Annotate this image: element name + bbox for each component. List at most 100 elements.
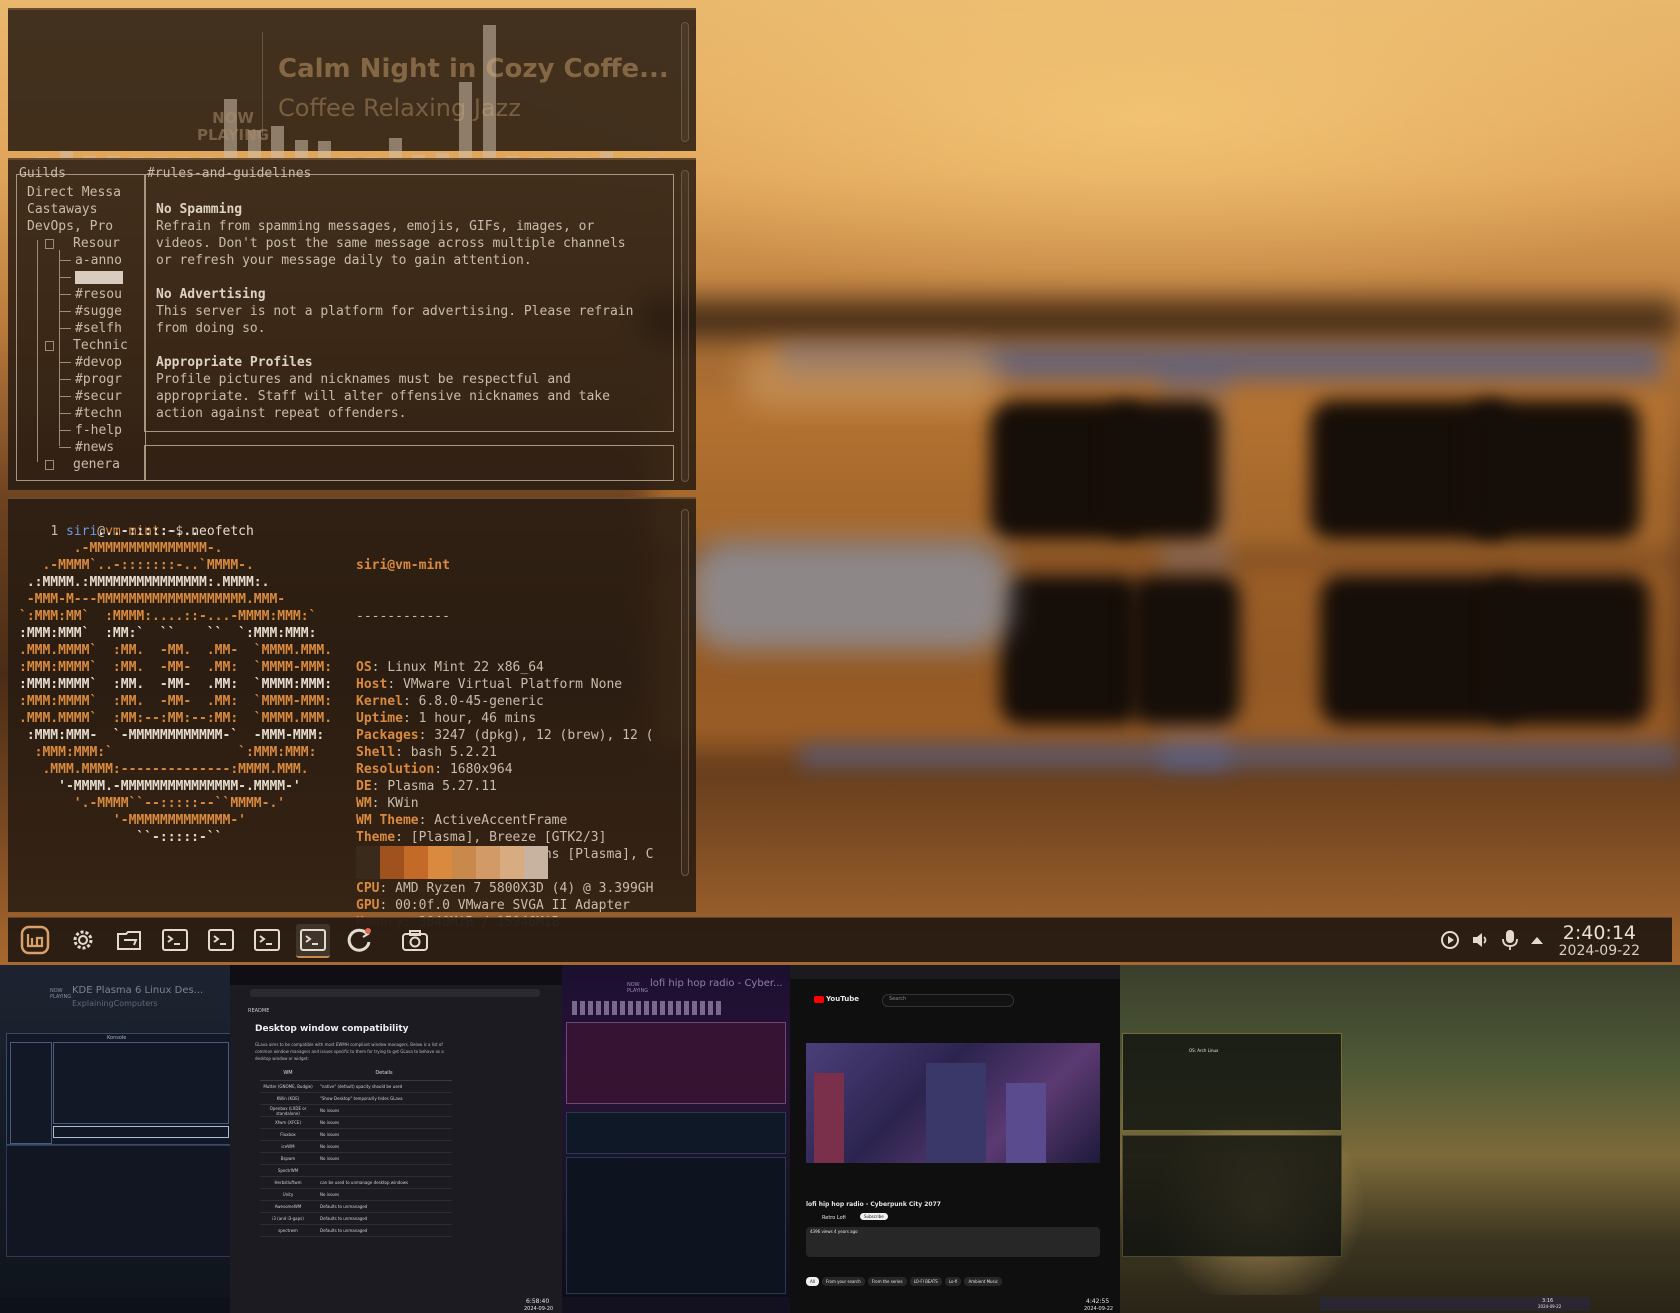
channel-item[interactable]: #selfh — [75, 320, 122, 337]
wm-details: Defaults to unmanaged — [320, 1216, 368, 1221]
info-row: GPU: 00:0f.0 VMware SVGA II Adapter — [356, 897, 653, 914]
volume-icon[interactable] — [1468, 924, 1492, 956]
table-row: AwesomeWM Defaults to unmanaged — [260, 1201, 452, 1213]
channel-item[interactable]: #devop — [75, 354, 122, 371]
terminal-icon[interactable] — [158, 924, 192, 956]
scrollbar[interactable] — [681, 22, 689, 142]
message-input[interactable] — [144, 445, 674, 481]
info-row: Theme: [Plasma], Breeze [GTK2/3] — [356, 829, 653, 846]
workspace-thumbnail-1[interactable]: NOW PLAYING KDE Plasma 6 Linux Des... Ex… — [0, 965, 230, 1313]
scrollbar[interactable] — [681, 170, 689, 482]
terminal-icon[interactable] — [296, 924, 330, 958]
thumb-channel: Retro Lofi — [822, 1215, 846, 1221]
neofetch-user: siri@vm-mint — [356, 558, 450, 573]
tree-connector — [59, 260, 71, 261]
filter-chip[interactable]: LO-FI BEATS — [909, 1277, 942, 1286]
thumb-taskbar — [0, 1297, 230, 1313]
guilds-pane[interactable]: Guilds Direct Messa Castaways DevOps, Pro R… — [16, 166, 146, 481]
category-item[interactable]: genera — [73, 456, 120, 473]
workspace-thumbnail-4[interactable]: YouTube Search lofi hip hop radio - Cybe… — [790, 965, 1120, 1313]
guild-item[interactable]: DevOps, Pro — [27, 218, 113, 235]
workspace-thumbnail-5[interactable]: OS: Arch Linux 3:16 2024-09-22 — [1120, 965, 1680, 1313]
info-colon: : — [402, 694, 419, 709]
logo-line: '-MMMMMMMMMMMMM-' — [19, 813, 246, 828]
rule-text: action against repeat offenders. — [156, 406, 407, 421]
info-key: Theme — [356, 830, 396, 845]
music-visualizer-window[interactable]: NOW PLAYING Calm Night in Cozy Coffe... … — [8, 8, 696, 160]
tree-connector — [59, 447, 71, 448]
info-value: ActiveAccentFrame — [434, 813, 568, 828]
logo-line: :MMM:MMM:` `:MMM:MMM: — [19, 745, 317, 760]
palette-swatch — [524, 846, 548, 879]
channel-item[interactable]: f-help — [75, 422, 122, 439]
thumb-now-playing: NOW PLAYING — [627, 982, 649, 994]
filter-chip[interactable]: Ambient Music — [964, 1277, 1002, 1286]
logo-line: .MMM.MMMM` :MM. -MM. .MM- `MMMM.MMM. — [19, 643, 333, 658]
clock-date[interactable]: 2024-09-22 — [1559, 943, 1640, 959]
channel-item[interactable]: #sugge — [75, 303, 122, 320]
microphone-icon[interactable] — [1498, 924, 1522, 956]
guild-item[interactable]: Direct Messa — [27, 184, 121, 201]
rule-heading: No Spamming — [156, 202, 243, 217]
info-row: DE: Plasma 5.27.11 — [356, 778, 653, 795]
tree-connector — [59, 277, 71, 278]
workspace-thumbnail-2[interactable]: README Desktop window compatibility GLav… — [230, 965, 562, 1313]
info-row: Resolution: 1680x964 — [356, 761, 653, 778]
info-key: WM — [356, 796, 372, 811]
logo-line: .MMM.MMMM:--------------:MMMM.MMM. — [19, 762, 309, 777]
filter-chip[interactable]: From the series — [867, 1277, 907, 1286]
thumb-subscribe-button[interactable]: Subscribe — [860, 1213, 888, 1220]
menu-icon[interactable] — [18, 924, 52, 956]
messages-pane: #rules-and-guidelines No Spamming Refrain… — [144, 166, 674, 432]
wm-name: SpectrWM — [277, 1168, 299, 1173]
filter-chip[interactable]: Lo-fi — [944, 1277, 962, 1286]
channel-item[interactable]: #resou — [75, 286, 122, 303]
mint-ascii-logo: ...-:::::-... .-MMMMMMMMMMMMMMM-. .-MMMM… — [19, 523, 332, 846]
filter-chip[interactable]: From your search — [821, 1277, 865, 1286]
clock-time[interactable]: 2:40:14 — [1563, 922, 1636, 944]
wm-details: No issues — [320, 1120, 340, 1125]
workspace-thumbnail-3[interactable]: lofi hip hop radio - Cyber... NOW PLAYIN… — [562, 965, 790, 1313]
song-artist: Coffee Relaxing Jazz — [278, 94, 521, 122]
channel-item[interactable]: #progr — [75, 371, 122, 388]
channel-item[interactable]: #techn — [75, 405, 122, 422]
thumb-stats: 4396 views 4 years ago — [810, 1229, 858, 1234]
thumb-os-line: OS: Arch Linux — [1189, 1048, 1219, 1053]
channel-item[interactable]: #news — [75, 439, 114, 456]
media-player-icon[interactable] — [1438, 924, 1462, 956]
category-item[interactable]: Technic — [73, 337, 128, 354]
taskbar: 2:40:14 2024-09-22 — [8, 917, 1672, 962]
thumb-song-title: KDE Plasma 6 Linux Des... — [72, 985, 204, 996]
channel-item[interactable]: #secur — [75, 388, 122, 405]
info-key: Host — [356, 677, 388, 692]
guild-item[interactable]: Castaways — [27, 201, 97, 218]
info-key: WM Theme — [356, 813, 419, 828]
channel-item[interactable] — [75, 271, 123, 284]
konsole-terminal-window[interactable]: 1 siri@vm-mint:~$ neofetch ...-:::::-...… — [8, 497, 696, 930]
terminal-icon[interactable] — [250, 924, 284, 956]
thumb-readme-tab: README — [248, 1008, 270, 1014]
channel-item[interactable]: a-anno — [75, 252, 122, 269]
wm-details: No issues — [320, 1192, 340, 1197]
update-icon[interactable] — [342, 924, 376, 956]
rule-text: appropriate. Staff will alter offensive … — [156, 389, 610, 404]
scrollbar[interactable] — [681, 509, 689, 876]
category-item[interactable]: Resour — [73, 235, 120, 252]
settings-icon[interactable] — [66, 924, 100, 956]
info-row: Host: VMware Virtual Platform None — [356, 676, 653, 693]
screenshot-icon[interactable] — [398, 924, 432, 956]
thumb-col-wm: WM — [283, 1070, 293, 1076]
tray-expand-icon[interactable] — [1526, 924, 1548, 956]
audio-visualizer — [28, 15, 660, 160]
discord-terminal-window[interactable]: Guilds Direct Messa Castaways DevOps, Pro R… — [8, 158, 696, 490]
info-value: 1 hour, 46 mins — [418, 711, 537, 726]
table-row: SpectrWM — [260, 1165, 452, 1177]
thumb-taskbar — [562, 1297, 790, 1313]
info-colon: : — [379, 898, 396, 913]
filter-chip[interactable]: All — [806, 1277, 819, 1286]
file-manager-icon[interactable] — [112, 924, 146, 956]
palette-swatch — [452, 846, 476, 879]
info-colon: : — [395, 830, 411, 845]
thumb-lofi-viz — [572, 1001, 722, 1015]
terminal-icon[interactable] — [204, 924, 238, 956]
